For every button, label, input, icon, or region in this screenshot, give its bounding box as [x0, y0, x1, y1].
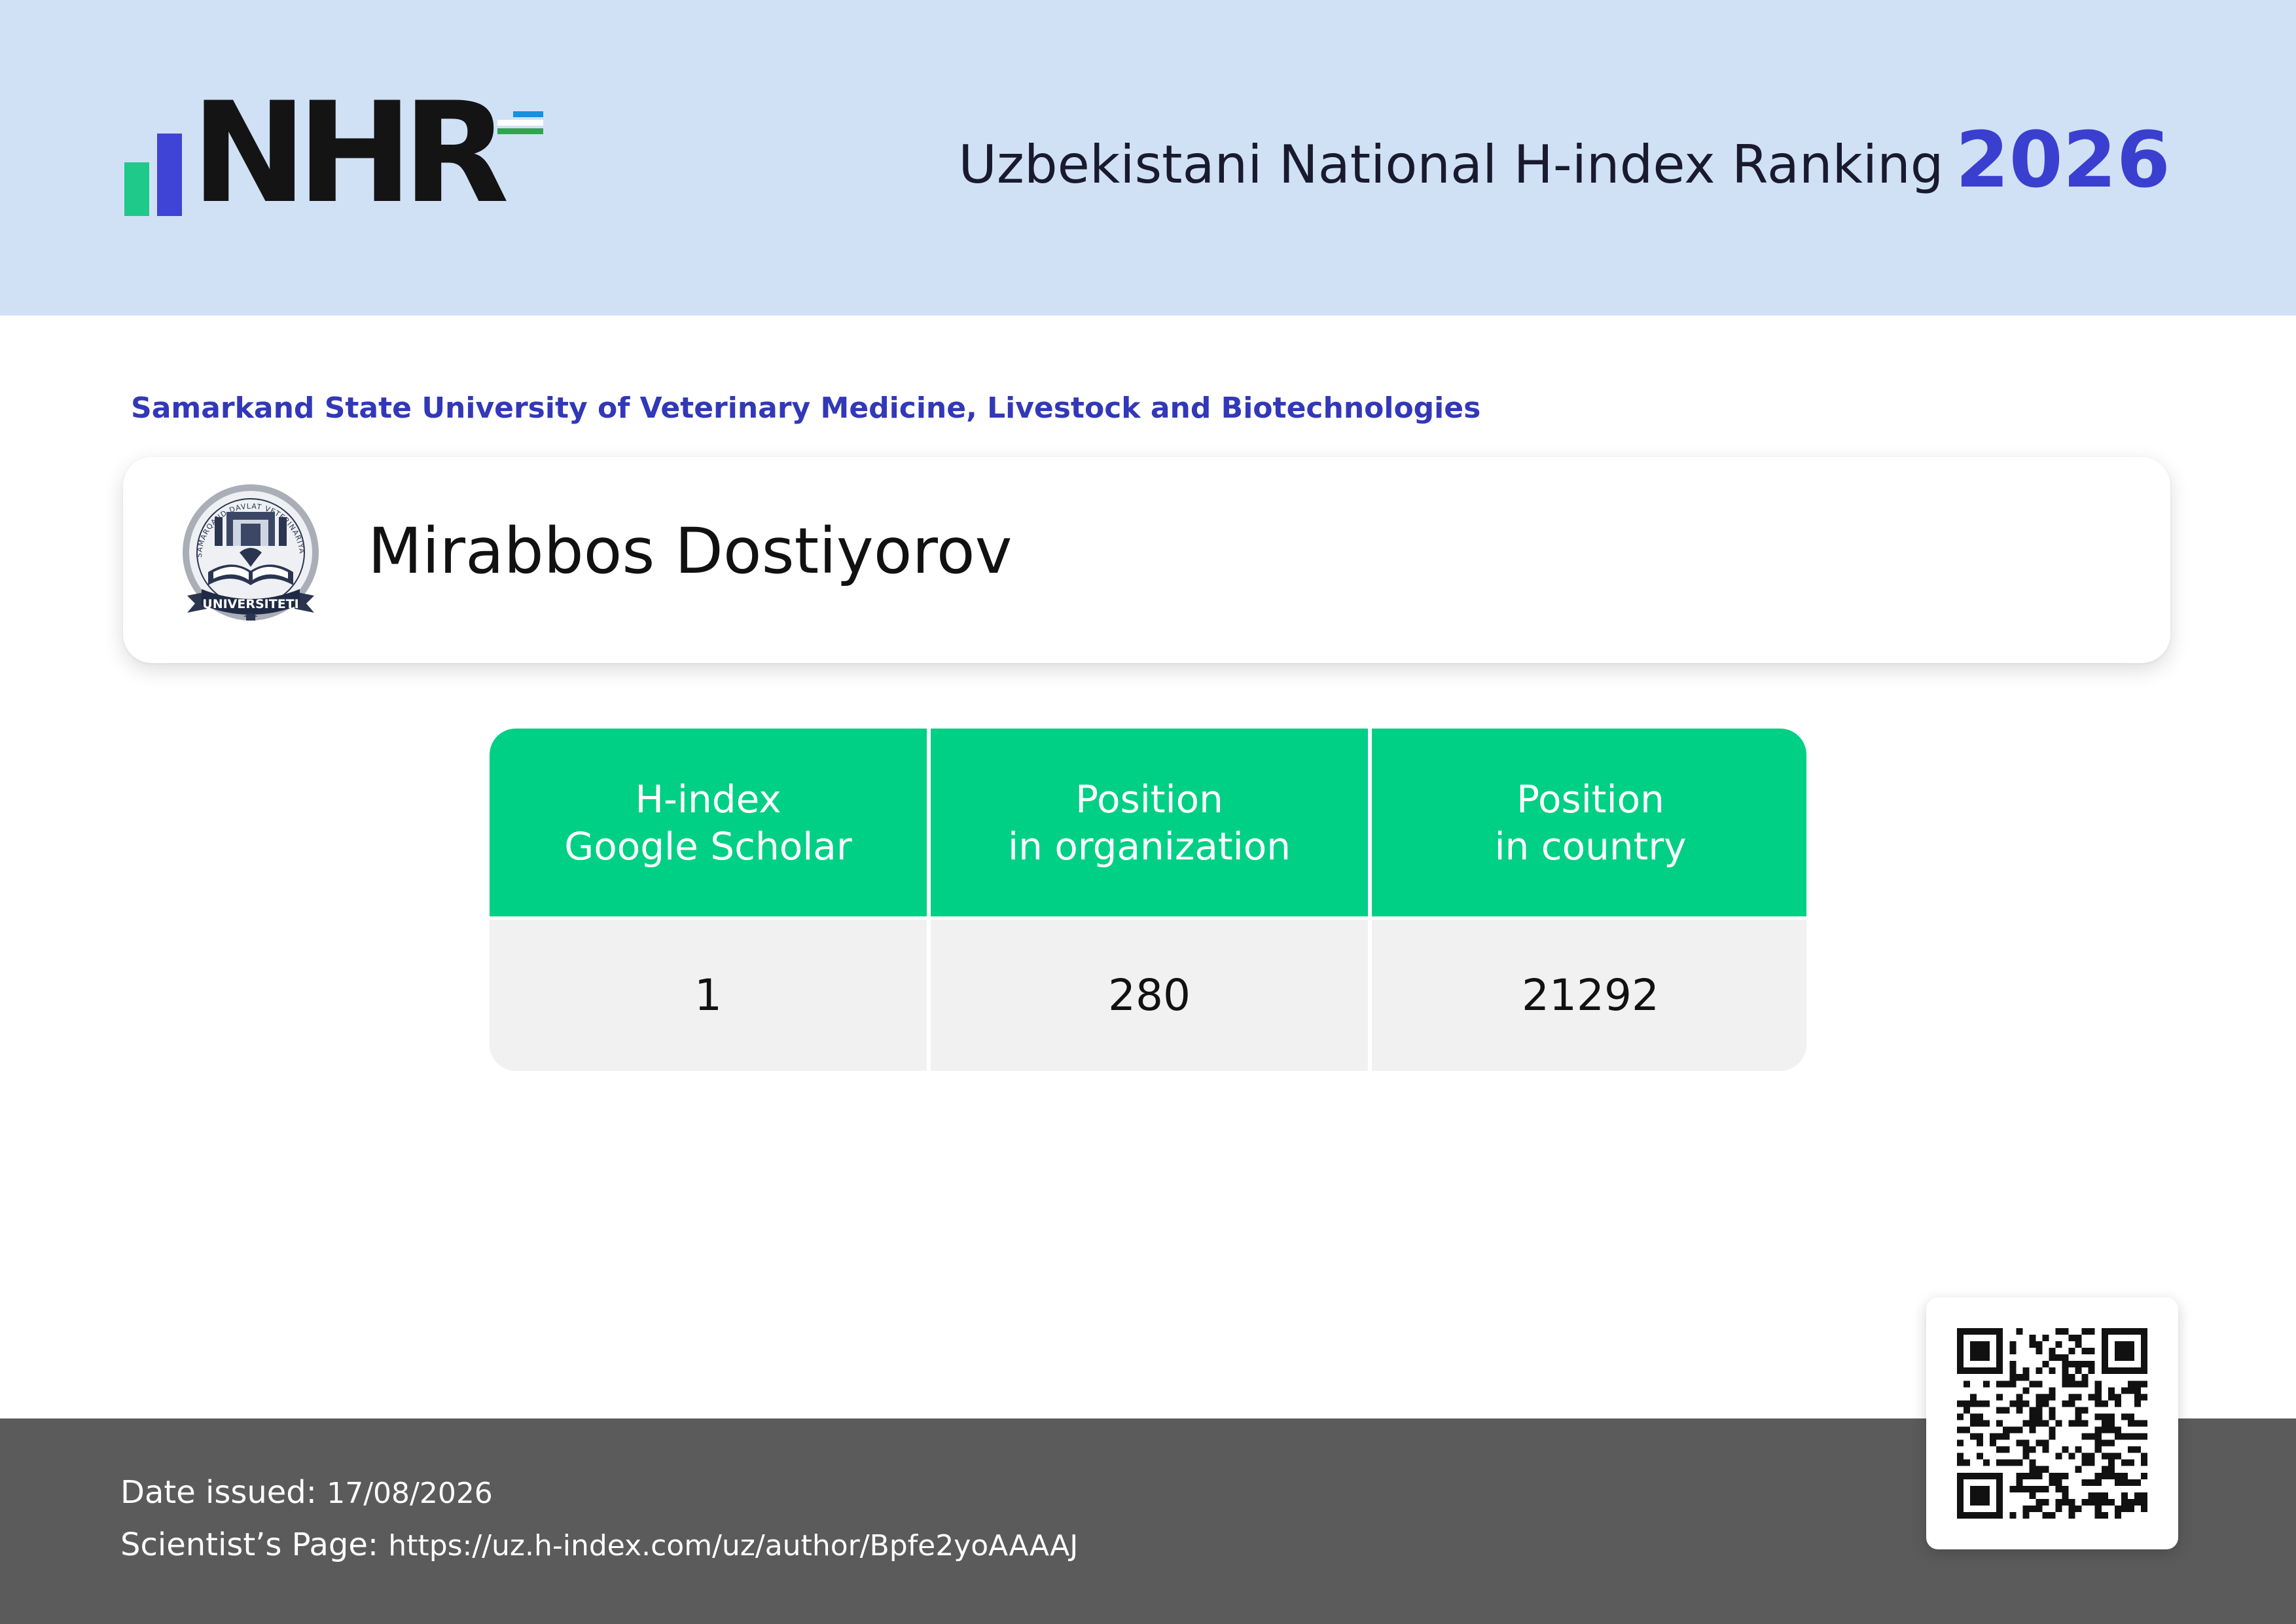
- stat-header: Position in organization: [931, 729, 1368, 916]
- stat-header-line1: H-index: [635, 776, 781, 821]
- ranking-title-text: Uzbekistani National H-index Ranking: [958, 134, 1944, 195]
- stat-header-line1: Position: [1075, 776, 1223, 821]
- nhr-logo: NHR: [124, 84, 543, 223]
- scientist-card: SAMARQAND DAVLAT VETERINARIYA MEDITSINAS…: [123, 457, 2170, 663]
- ranking-title: Uzbekistani National H-index Ranking 2026: [958, 115, 2170, 205]
- stat-value: 280: [931, 920, 1368, 1071]
- organization-name: Samarkand State University of Veterinary…: [131, 391, 1481, 425]
- uzbek-flag-icon: [497, 111, 543, 137]
- stat-header-line2: Google Scholar: [564, 823, 852, 869]
- stat-header-line2: in country: [1494, 823, 1687, 869]
- date-issued-label: Date issued:: [120, 1474, 317, 1511]
- header-band: NHR Uzbekistani National H-index Ranking…: [0, 0, 2296, 316]
- qr-code-icon: [1957, 1328, 2147, 1519]
- logo-bar-blue: [157, 134, 182, 216]
- stat-hindex: H-index Google Scholar 1: [490, 729, 927, 1071]
- scientist-page: Scientist’s Page: https://uz.h-index.com…: [120, 1526, 1078, 1563]
- logo-text: NHR: [191, 72, 509, 234]
- stat-position-country: Position in country 21292: [1372, 729, 1806, 1071]
- scientist-name: Mirabbos Dostiyorov: [368, 514, 1013, 588]
- stat-value: 1: [490, 920, 927, 1071]
- date-issued-value: 17/08/2026: [327, 1477, 493, 1510]
- scientist-page-link[interactable]: https://uz.h-index.com/uz/author/Bpfe2yo…: [388, 1529, 1078, 1562]
- stat-header: Position in country: [1372, 729, 1806, 916]
- stat-header: H-index Google Scholar: [490, 729, 927, 916]
- stats-table: H-index Google Scholar 1 Position in org…: [490, 729, 1806, 1071]
- emblem-text: UNIVERSITETI: [202, 597, 298, 611]
- date-issued: Date issued: 17/08/2026: [120, 1474, 493, 1511]
- stat-header-line2: in organization: [1008, 823, 1291, 869]
- stat-header-line1: Position: [1516, 776, 1664, 821]
- logo-bar-green: [124, 162, 149, 216]
- scientist-page-label: Scientist’s Page:: [120, 1526, 379, 1563]
- stat-position-organization: Position in organization 280: [931, 729, 1368, 1071]
- university-emblem-icon: SAMARQAND DAVLAT VETERINARIYA MEDITSINAS…: [175, 480, 319, 621]
- qr-code-card[interactable]: [1926, 1297, 2178, 1549]
- stat-value: 21292: [1372, 920, 1806, 1071]
- ranking-year: 2026: [1955, 115, 2170, 205]
